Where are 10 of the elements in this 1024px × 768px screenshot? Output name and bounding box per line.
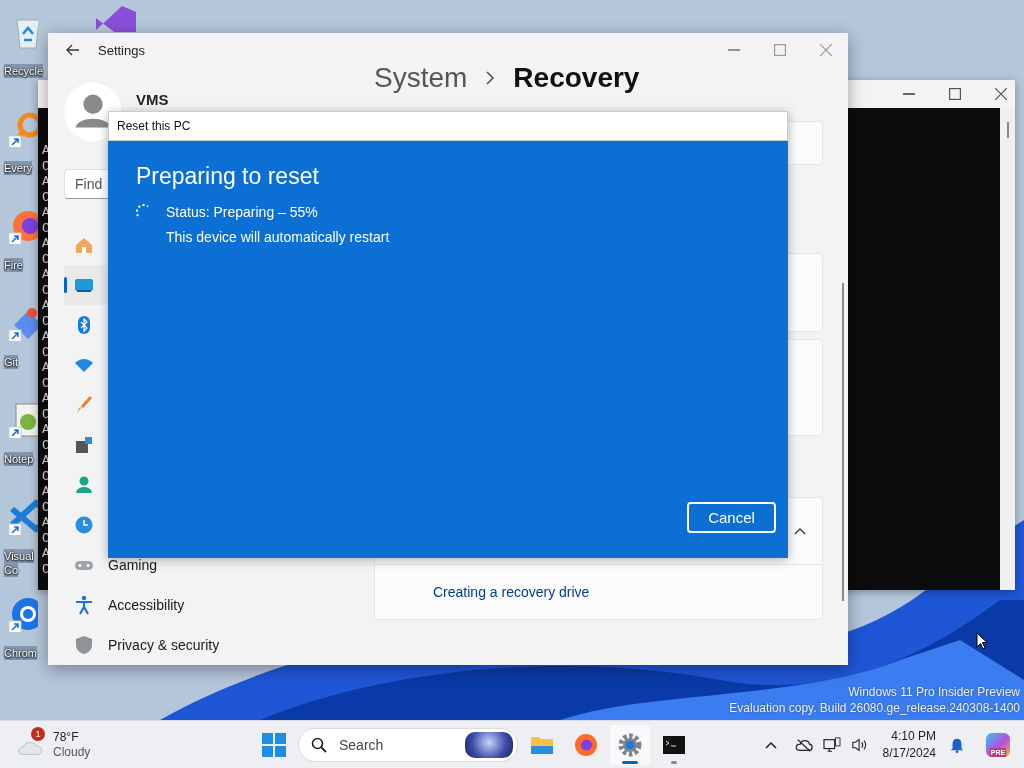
user-name: VMS (136, 90, 169, 108)
window-title: Settings (98, 42, 145, 58)
dialog-title: Reset this PC (108, 111, 788, 141)
watermark-text: Windows 11 Pro Insider Preview (847, 684, 1020, 700)
notification-badge: 1 (31, 726, 45, 741)
restart-note: This device will automatically restart (166, 228, 390, 247)
watermark-text: Evaluation copy. Build 26080.ge_release.240308-1400 (729, 700, 1020, 716)
dialog-heading: Preparing to reset (136, 163, 320, 190)
status-text: Status: Preparing – 55% (166, 203, 319, 222)
page-title: Recovery (513, 62, 640, 94)
